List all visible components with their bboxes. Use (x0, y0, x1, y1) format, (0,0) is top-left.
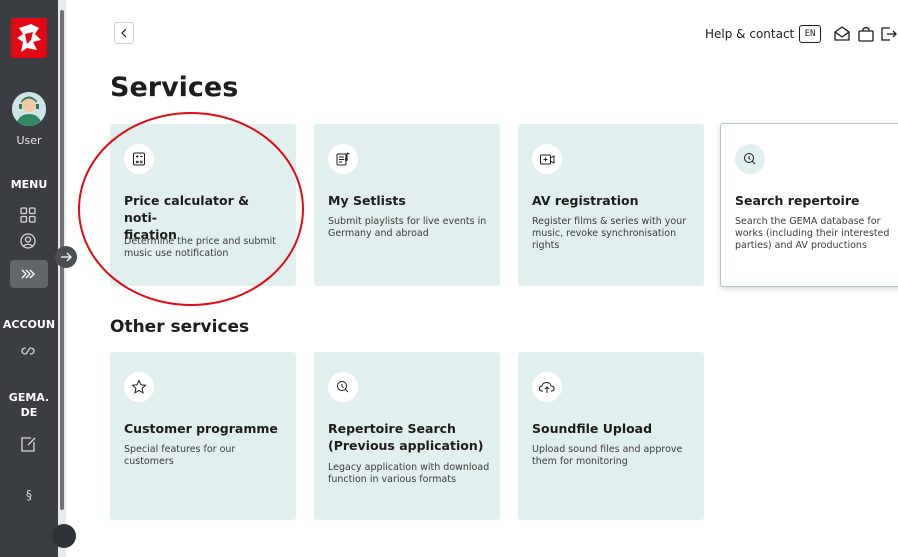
user-label: User (16, 134, 42, 147)
card-title: Search repertoire (735, 193, 860, 208)
service-card-price-calculator[interactable]: Price calculator & noti- fication Determ… (110, 124, 296, 286)
service-card-search-repertoire[interactable]: Search repertoire Search the GEMA databa… (720, 123, 898, 287)
external-link-icon[interactable] (17, 434, 39, 456)
star-icon (124, 372, 154, 402)
card-description: Upload sound files and approve them for … (532, 444, 683, 467)
card-description: Submit playlists for live events in Germ… (328, 216, 487, 239)
account-label: ACCOUN (2, 318, 56, 331)
service-card-av-registration[interactable]: AV registration Register films & series … (518, 124, 704, 286)
logout-icon[interactable] (878, 24, 898, 44)
sidebar-bottom-button[interactable] (52, 524, 76, 548)
search-icon (328, 372, 358, 402)
language-button[interactable]: EN (799, 25, 821, 43)
shopping-bag-icon[interactable] (856, 24, 876, 44)
dashboard-icon[interactable] (17, 204, 39, 226)
cloud-upload-icon (532, 372, 562, 402)
help-contact-link[interactable]: Help & contact (705, 27, 794, 41)
service-card-customer-programme[interactable]: Customer programme Special features for … (110, 352, 296, 520)
card-description: Search the GEMA database for works (incl… (735, 216, 890, 251)
back-button[interactable] (114, 22, 134, 44)
card-description: Determine the price and submit music use… (124, 236, 277, 259)
card-title: Repertoire Search (Previous application) (328, 421, 484, 453)
card-description: Legacy application with download functio… (328, 462, 490, 485)
service-card-soundfile-upload[interactable]: Soundfile Upload Upload sound files and … (518, 352, 704, 520)
gema-de-label-2: DE (20, 406, 38, 419)
setlist-icon (328, 144, 358, 174)
expand-sidebar-button[interactable] (55, 246, 77, 268)
gema-de-label-1: GEMA. (8, 391, 50, 404)
profile-icon[interactable] (17, 230, 39, 252)
card-title: Customer programme (124, 421, 278, 436)
card-description: Register films & series with your music,… (532, 216, 687, 251)
gema-logo-icon[interactable] (11, 18, 47, 58)
card-title: AV registration (532, 193, 639, 208)
link-icon[interactable] (17, 340, 39, 362)
service-card-repertoire-search-previous[interactable]: Repertoire Search (Previous application)… (314, 352, 500, 520)
services-icon (17, 263, 39, 285)
other-services-title: Other services (110, 317, 250, 337)
calculator-icon (124, 144, 154, 174)
card-title: Soundfile Upload (532, 421, 653, 436)
menu-label: MENU (10, 178, 48, 191)
mail-icon[interactable] (832, 24, 852, 44)
legal-icon[interactable]: § (0, 488, 58, 502)
search-icon (735, 144, 765, 174)
video-add-icon (532, 144, 562, 174)
card-title: My Setlists (328, 193, 406, 208)
avatar[interactable] (12, 92, 46, 126)
service-card-my-setlists[interactable]: My Setlists Submit playlists for live ev… (314, 124, 500, 286)
page-title: Services (110, 72, 239, 103)
card-description: Special features for our customers (124, 444, 236, 467)
sidebar: User MENU ACCOUN GEMA. DE § (0, 0, 58, 557)
